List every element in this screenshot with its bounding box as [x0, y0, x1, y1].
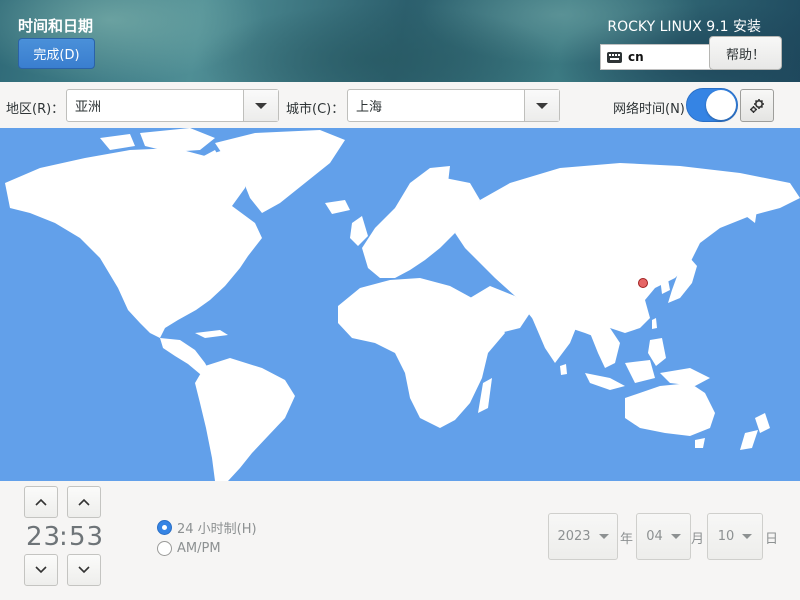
- city-label: 城市(C)：: [286, 102, 345, 117]
- gear-icon: [750, 98, 764, 113]
- year-suffix: 年: [620, 532, 634, 547]
- chevron-down-icon: [78, 566, 90, 574]
- keyboard-icon: [607, 51, 622, 63]
- ntp-settings-button[interactable]: [740, 89, 774, 122]
- city-combobox[interactable]: 上海: [347, 89, 560, 122]
- network-time-label: 网络时间(N): [613, 102, 685, 117]
- region-label: 地区(R)：: [6, 102, 65, 117]
- year-value: 2023: [557, 529, 591, 544]
- landmasses: [5, 128, 800, 481]
- done-button[interactable]: 完成(D): [18, 38, 95, 69]
- chevron-down-icon: [255, 102, 267, 109]
- chevron-down-icon: [670, 534, 681, 539]
- region-value: 亚洲: [75, 100, 102, 115]
- chevron-down-icon: [536, 102, 548, 109]
- minutes-display: 53: [69, 522, 105, 552]
- hour-up-button[interactable]: [24, 486, 58, 518]
- format-ampm-option[interactable]: AM/PM: [157, 541, 221, 556]
- header-banner: 时间和日期 完成(D) ROCKY LINUX 9.1 安装 cn 帮助！: [0, 0, 800, 82]
- chevron-down-icon: [598, 534, 609, 539]
- day-suffix: 日: [765, 532, 779, 547]
- day-value: 10: [717, 529, 735, 544]
- chevron-up-icon: [35, 498, 47, 506]
- minute-up-button[interactable]: [67, 486, 101, 518]
- city-value: 上海: [356, 100, 383, 115]
- format-24h-option[interactable]: 24 小时制(H): [157, 518, 257, 537]
- product-title: ROCKY LINUX 9.1 安装: [607, 19, 761, 35]
- chevron-down-icon: [742, 534, 753, 539]
- day-combobox[interactable]: 10: [707, 513, 763, 560]
- format-ampm-radio[interactable]: [157, 541, 172, 556]
- month-suffix: 月: [691, 532, 705, 547]
- time-separator: :: [59, 522, 68, 552]
- month-combobox[interactable]: 04: [636, 513, 691, 560]
- help-button[interactable]: 帮助！: [709, 36, 782, 70]
- hours-display: 23: [26, 522, 62, 552]
- year-combobox[interactable]: 2023: [548, 513, 618, 560]
- month-value: 04: [646, 529, 663, 544]
- timezone-map[interactable]: [0, 128, 800, 481]
- region-dropdown-button[interactable]: [243, 90, 278, 121]
- chevron-up-icon: [78, 498, 90, 506]
- toggle-knob: [706, 90, 736, 120]
- keyboard-layout-indicator[interactable]: cn: [600, 44, 712, 70]
- hour-down-button[interactable]: [24, 554, 58, 586]
- format-24h-label: 24 小时制(H): [177, 522, 257, 537]
- city-marker[interactable]: [638, 278, 648, 288]
- format-24h-radio[interactable]: [157, 520, 172, 535]
- format-ampm-label: AM/PM: [177, 541, 221, 556]
- keyboard-layout-label: cn: [628, 50, 644, 64]
- chevron-down-icon: [35, 566, 47, 574]
- city-dropdown-button[interactable]: [524, 90, 559, 121]
- network-time-toggle[interactable]: [686, 88, 738, 122]
- page-title: 时间和日期: [18, 17, 94, 35]
- minute-down-button[interactable]: [67, 554, 101, 586]
- world-map[interactable]: [0, 128, 800, 481]
- region-combobox[interactable]: 亚洲: [66, 89, 279, 122]
